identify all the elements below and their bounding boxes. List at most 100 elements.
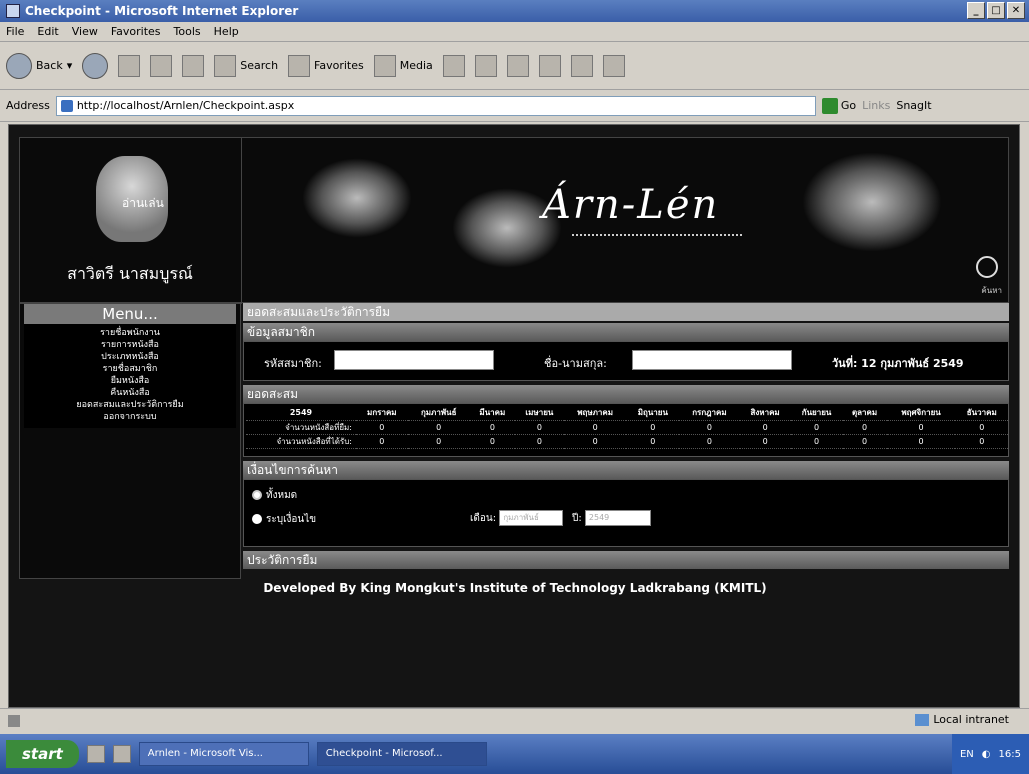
month-header: มิถุนายน xyxy=(626,406,680,421)
menu-item-members[interactable]: รายชื่อสมาชิก xyxy=(24,363,236,375)
table-cell: 0 xyxy=(469,434,515,449)
username: สาวิตรี นาสมบูรณ์ xyxy=(67,264,193,283)
search-caption: ค้นหา xyxy=(981,286,1002,295)
menu-item-employees[interactable]: รายชื่อพนักงาน xyxy=(24,327,236,339)
address-input[interactable]: http://localhost/Arnlen/Checkpoint.aspx xyxy=(55,95,816,116)
menu-edit[interactable]: Edit xyxy=(37,25,58,38)
favorites-button[interactable]: Favorites xyxy=(288,54,364,77)
task-button-checkpoint[interactable]: Checkpoint - Microsof... xyxy=(316,742,487,766)
language-indicator[interactable]: EN xyxy=(960,749,974,760)
table-cell: 0 xyxy=(407,434,470,449)
refresh-button[interactable] xyxy=(150,54,173,77)
member-id-label: รหัสสมาชิก: xyxy=(264,357,322,370)
quick-launch-ie-icon[interactable] xyxy=(112,745,131,763)
media-label: Media xyxy=(399,59,433,72)
table-cell: 0 xyxy=(886,420,956,435)
mail-button[interactable] xyxy=(474,54,497,77)
menu-title: Menu... xyxy=(24,304,236,324)
member-id-input[interactable] xyxy=(334,350,494,370)
favorites-label: Favorites xyxy=(314,59,364,72)
history-button[interactable] xyxy=(442,54,465,77)
year-cell: 2549 xyxy=(246,406,356,421)
flower-decoration-right xyxy=(802,152,942,252)
home-button[interactable] xyxy=(182,54,205,77)
forward-button[interactable] xyxy=(82,52,109,79)
table-cell: 0 xyxy=(955,434,1008,449)
page-header: อ่านเล่น สาวิตรี นาสมบูรณ์ Árn-Lén ค้นหา xyxy=(19,137,1009,304)
menu-item-logout[interactable]: ออกจากระบบ xyxy=(24,411,236,423)
radio-all-label: ทั้งหมด xyxy=(266,490,298,501)
media-button[interactable]: Media xyxy=(373,54,433,77)
menu-favorites[interactable]: Favorites xyxy=(111,25,161,38)
messenger-button[interactable] xyxy=(602,54,625,77)
zone-indicator: Local intranet xyxy=(915,713,1009,726)
member-info-panel: รหัสสมาชิก: ชื่อ-นามสกุล: วันที่: 12 กุม… xyxy=(243,341,1009,381)
snagit-button[interactable]: SnagIt xyxy=(896,99,931,112)
toolbar: Back ▾ Search Favorites Media xyxy=(0,42,1029,90)
member-name-input[interactable] xyxy=(632,350,792,370)
close-button[interactable]: ✕ xyxy=(1007,2,1025,19)
address-url: http://localhost/Arnlen/Checkpoint.aspx xyxy=(76,99,295,112)
accumulated-bar: ยอดสะสม xyxy=(243,385,1009,403)
menu-tools[interactable]: Tools xyxy=(174,25,201,38)
radio-specify-label: ระบุเงื่อนไข xyxy=(266,514,317,525)
menu-item-books[interactable]: รายการหนังสือ xyxy=(24,339,236,351)
table-row: จำนวนหนังสือที่ยืม: 0 0 0 0 0 0 0 0 0 0 … xyxy=(246,420,1008,435)
volume-icon[interactable]: ◐ xyxy=(982,749,991,760)
menu-list: รายชื่อพนักงาน รายการหนังสือ ประเภทหนังส… xyxy=(24,324,236,428)
page-viewport: อ่านเล่น สาวิตรี นาสมบูรณ์ Árn-Lén ค้นหา… xyxy=(8,124,1020,708)
radio-specify[interactable] xyxy=(252,514,262,524)
discuss-button[interactable] xyxy=(570,54,593,77)
month-filter: เดือน: กุมภาพันธ์ xyxy=(470,510,564,526)
zone-label: Local intranet xyxy=(933,713,1009,726)
start-button[interactable]: start xyxy=(6,740,79,768)
table-cell: 0 xyxy=(626,434,680,449)
page-heading-bar: ยอดสะสมและประวัติการยืม xyxy=(243,303,1009,321)
table-cell: 0 xyxy=(739,434,791,449)
row-label-borrowed: จำนวนหนังสือที่ยืม: xyxy=(246,420,356,435)
year-label: ปี: xyxy=(572,513,582,524)
banner-logo: Árn-Lén xyxy=(542,182,720,228)
banner-ornament xyxy=(572,234,742,242)
search-condition-panel: ทั้งหมด ระบุเงื่อนไข เดือน: กุมภาพันธ์ ป… xyxy=(243,479,1009,547)
search-icon xyxy=(214,54,237,77)
status-bar: Local intranet xyxy=(0,708,1029,732)
year-select[interactable]: 2549 xyxy=(584,510,651,526)
month-select[interactable]: กุมภาพันธ์ xyxy=(499,510,564,526)
menu-item-book-types[interactable]: ประเภทหนังสือ xyxy=(24,351,236,363)
menu-item-history[interactable]: ยอดสะสมและประวัติการยืม xyxy=(24,399,236,411)
print-button[interactable] xyxy=(506,54,529,77)
stop-button[interactable] xyxy=(118,54,141,77)
menu-help[interactable]: Help xyxy=(214,25,239,38)
quick-launch-desktop-icon[interactable] xyxy=(86,745,105,763)
radio-specify-option[interactable]: ระบุเงื่อนไข xyxy=(252,512,316,527)
task-button-arnlen[interactable]: Arnlen - Microsoft Vis... xyxy=(138,742,309,766)
magnifier-icon[interactable] xyxy=(976,256,998,278)
media-icon xyxy=(373,54,396,77)
system-tray: EN ◐ 16:5 xyxy=(951,734,1029,774)
table-cell: 0 xyxy=(679,434,740,449)
table-cell: 0 xyxy=(563,434,627,449)
radio-all[interactable] xyxy=(252,490,262,500)
accumulated-table: 2549 มกราคม กุมภาพันธ์ มีนาคม เมษายน พฤษ… xyxy=(246,406,1008,449)
maximize-button[interactable]: □ xyxy=(987,2,1005,19)
menu-item-return[interactable]: คืนหนังสือ xyxy=(24,387,236,399)
radio-all-option[interactable]: ทั้งหมด xyxy=(252,488,297,503)
user-panel: อ่านเล่น สาวิตรี นาสมบูรณ์ xyxy=(20,138,242,304)
menu-file[interactable]: File xyxy=(6,25,24,38)
month-header: กันยายน xyxy=(790,406,843,421)
edit-button[interactable] xyxy=(538,54,561,77)
go-button[interactable]: Go xyxy=(821,97,856,114)
table-cell: 0 xyxy=(356,434,408,449)
back-button[interactable]: Back ▾ xyxy=(6,52,72,79)
links-label[interactable]: Links xyxy=(862,99,890,112)
menu-view[interactable]: View xyxy=(72,25,98,38)
minimize-button[interactable]: _ xyxy=(967,2,985,19)
date-label: วันที่: 12 กุมภาพันธ์ 2549 xyxy=(832,357,964,370)
taskbar: start Arnlen - Microsoft Vis... Checkpoi… xyxy=(0,734,1029,774)
search-button[interactable]: Search xyxy=(214,54,278,77)
status-page-icon xyxy=(8,714,20,727)
table-cell: 0 xyxy=(739,420,791,435)
month-header: ตุลาคม xyxy=(842,406,887,421)
menu-item-borrow[interactable]: ยืมหนังสือ xyxy=(24,375,236,387)
